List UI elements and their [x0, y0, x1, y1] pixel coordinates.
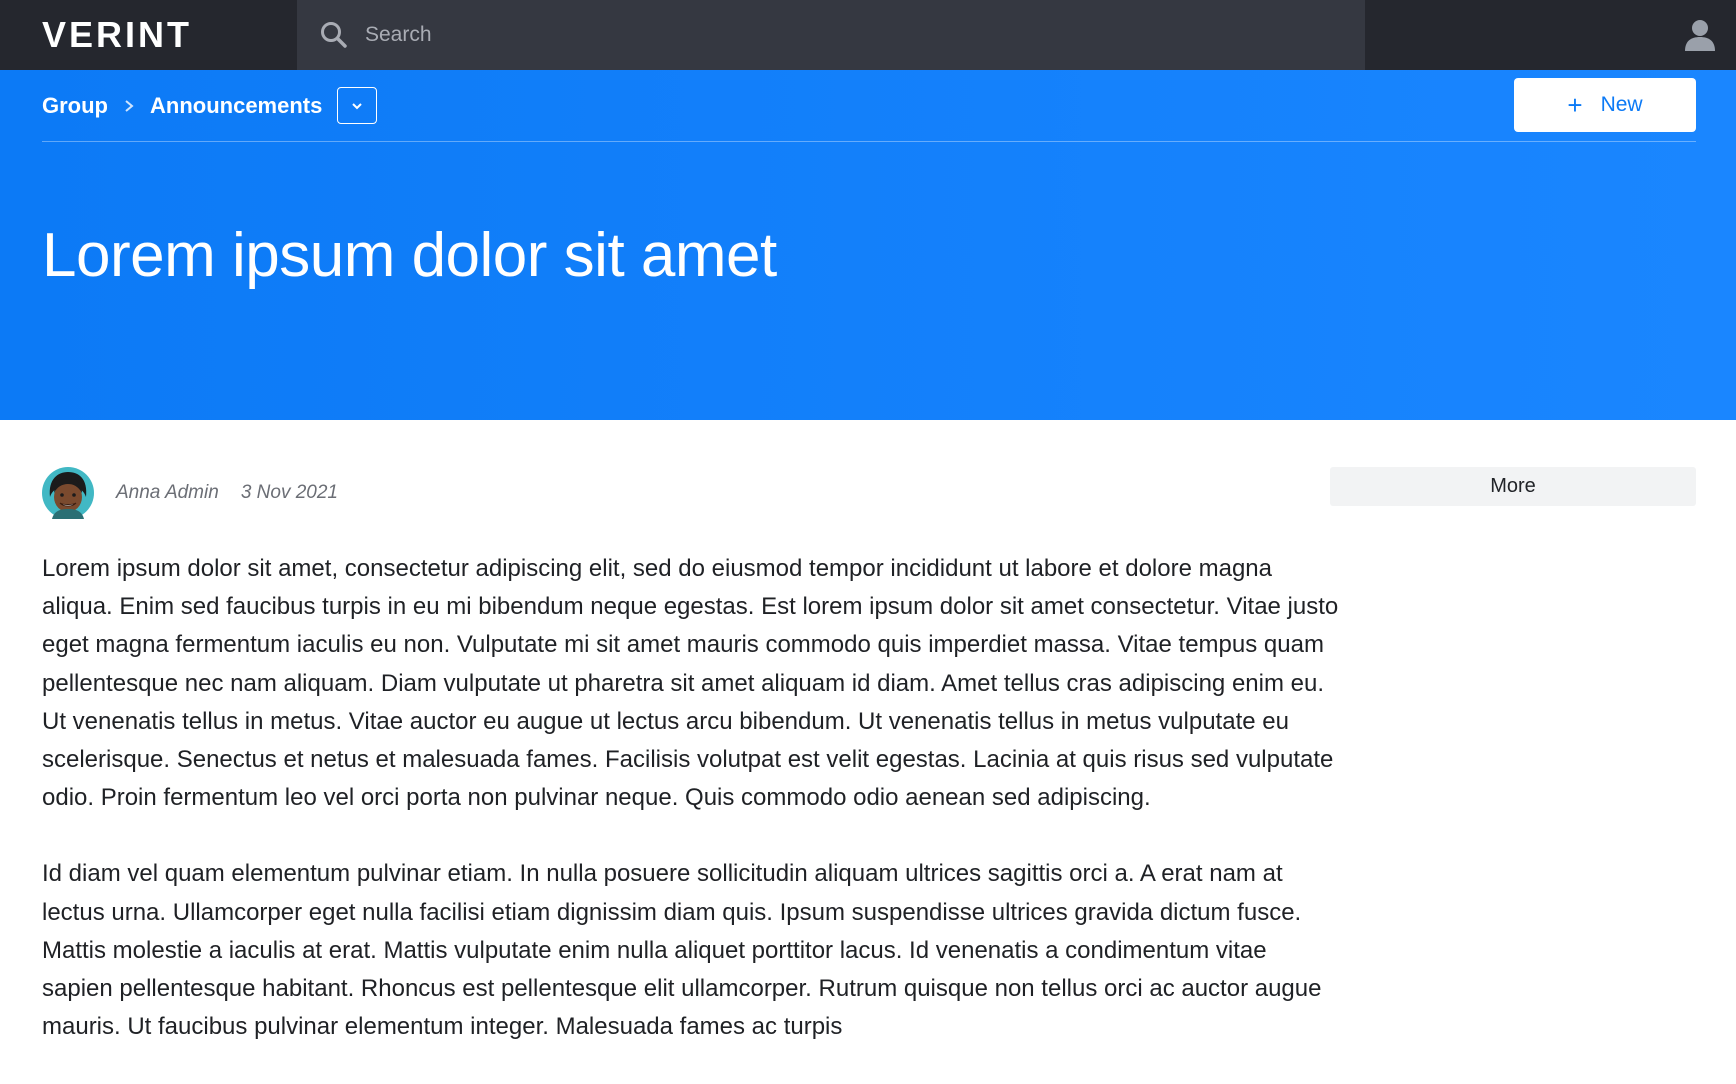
- post-meta: Anna Admin 3 Nov 2021: [42, 466, 338, 520]
- new-button[interactable]: + New: [1514, 78, 1696, 132]
- user-icon[interactable]: [1682, 17, 1718, 53]
- plus-icon: +: [1567, 90, 1583, 120]
- post-date: 3 Nov 2021: [240, 482, 338, 503]
- verint-logo[interactable]: VERINT: [42, 14, 192, 56]
- search-icon: [321, 22, 347, 48]
- breadcrumb-announcements[interactable]: Announcements: [150, 93, 322, 119]
- new-button-label: New: [1600, 93, 1643, 116]
- more-button[interactable]: More: [1330, 467, 1696, 506]
- page-title: Lorem ipsum dolor sit amet: [42, 221, 777, 290]
- body-paragraph: Id diam vel quam elementum pulvinar etia…: [42, 860, 1322, 1041]
- search-bar[interactable]: [297, 0, 1365, 70]
- body-paragraph: Lorem ipsum dolor sit amet, consectetur …: [42, 555, 1339, 812]
- post-body: Lorem ipsum dolor sit amet, consectetur …: [42, 550, 1342, 1084]
- avatar[interactable]: [42, 467, 94, 519]
- search-input[interactable]: [363, 22, 1263, 48]
- user-area: [1365, 0, 1736, 70]
- breadcrumb-group[interactable]: Group: [42, 93, 108, 119]
- breadcrumb: Group Announcements + New: [42, 70, 1696, 142]
- page-header-banner: Group Announcements + New Lorem ipsum do…: [0, 70, 1736, 420]
- chevron-right-icon: [125, 99, 134, 112]
- breadcrumb-dropdown-button[interactable]: [337, 87, 378, 124]
- logo-area[interactable]: VERINT: [0, 0, 297, 70]
- top-navigation-bar: VERINT: [0, 0, 1736, 70]
- author-name[interactable]: Anna Admin: [116, 482, 219, 504]
- chevron-down-icon: [352, 102, 363, 109]
